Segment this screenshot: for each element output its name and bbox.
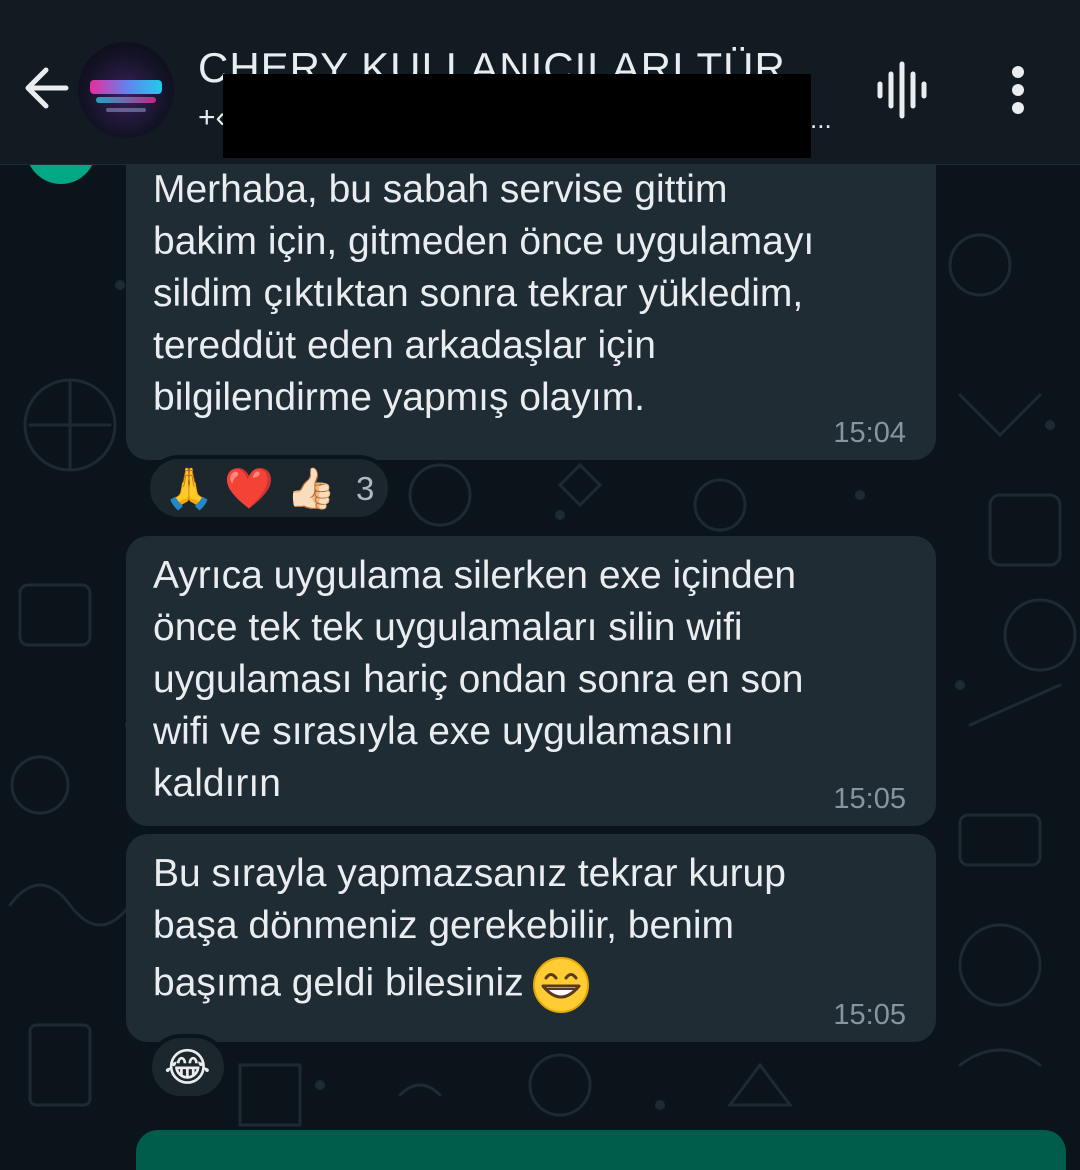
reaction-folded-hands: 🙏: [164, 467, 214, 511]
message-bubble[interactable]: Ayrıca uygulama silerken exe içinden önc…: [126, 536, 936, 826]
avatar-graphic-line: [96, 97, 156, 103]
message-line-text: başıma geldi bilesiniz: [153, 961, 524, 1005]
voice-chat-button[interactable]: [872, 60, 932, 120]
message-bubble[interactable]: Merhaba, bu sabah servise gittim bakim i…: [126, 150, 936, 460]
message-timestamp: 15:05: [833, 999, 906, 1031]
message-text: Merhaba, bu sabah servise gittim bakim i…: [153, 168, 815, 419]
message-line: başıma geldi bilesiniz: [153, 956, 913, 1014]
audio-wave-icon: [877, 61, 927, 119]
message-text: Bu sırayla yapmazsanız tekrar kurup başa…: [153, 848, 913, 1014]
group-avatar[interactable]: [78, 42, 174, 138]
message-timestamp: 15:04: [833, 417, 906, 449]
reaction-red-heart: ❤️: [224, 467, 274, 511]
arrow-left-icon: [25, 67, 69, 109]
avatar-graphic-line: [106, 108, 146, 112]
message-reactions[interactable]: 😂: [148, 1034, 228, 1100]
message-text: Ayrıca uygulama silerken exe içinden önc…: [153, 554, 804, 805]
message-line: Bu sırayla yapmazsanız tekrar kurup: [153, 852, 786, 895]
chat-header: CHERY KULLANICILARI TÜR +‹ ...: [0, 0, 1080, 165]
message-timestamp: 15:05: [833, 783, 906, 815]
avatar-graphic: [90, 80, 162, 94]
chat-subtitle[interactable]: +‹: [198, 100, 226, 136]
more-vertical-icon: [1012, 66, 1024, 114]
grinning-face-with-smiling-eyes-icon: [532, 957, 589, 1013]
outgoing-message-edge: [136, 1130, 1066, 1170]
reaction-thumbs-up: 👍🏻: [286, 467, 336, 511]
message-reactions[interactable]: 🙏 ❤️ 👍🏻 3: [146, 455, 392, 521]
message-line: başa dönmeniz gerekebilir, benim: [153, 904, 735, 947]
message-bubble[interactable]: Bu sırayla yapmazsanız tekrar kurup başa…: [126, 834, 936, 1042]
reaction-tears-of-joy: 😂: [164, 1046, 211, 1090]
header-divider: [0, 164, 1080, 165]
redaction-block: [223, 74, 811, 158]
overflow-menu-button[interactable]: [1000, 62, 1036, 118]
chat-subtitle-ellipsis: ...: [810, 104, 832, 134]
reaction-count: 3: [356, 470, 375, 507]
back-button[interactable]: [20, 60, 72, 116]
